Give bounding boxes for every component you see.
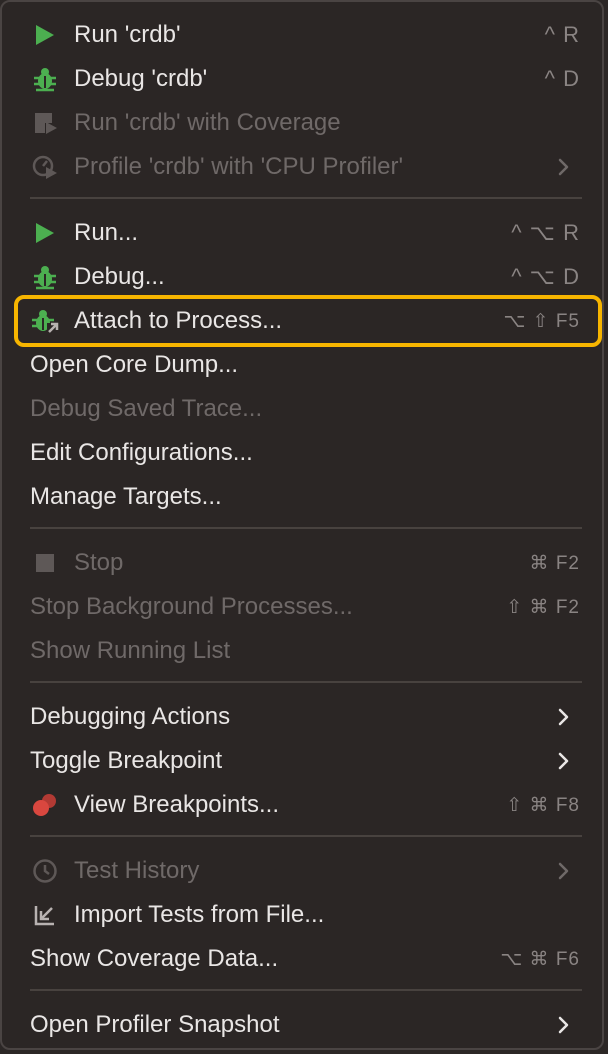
- menu-item-debug[interactable]: Debug... ^ ⌥ D: [2, 257, 602, 297]
- menu-item-stop-background-processes[interactable]: Stop Background Processes... ⇧ ⌘ F2: [2, 587, 602, 627]
- menu-item-run[interactable]: Run... ^ ⌥ R: [2, 213, 602, 253]
- menu-item-label: Test History: [74, 857, 200, 884]
- menu-item-label: Debug...: [74, 263, 165, 290]
- import-icon: [30, 901, 60, 929]
- menu-item-run-crdb[interactable]: Run 'crdb' ^ R: [2, 15, 602, 55]
- menu-item-manage-targets[interactable]: Manage Targets...: [2, 477, 602, 517]
- shortcut-label: ⇧ ⌘ F8: [506, 794, 580, 816]
- menu-item-label: Profile 'crdb' with 'CPU Profiler': [74, 153, 404, 180]
- menu-separator: [30, 835, 582, 837]
- menu-item-profile-crdb[interactable]: Profile 'crdb' with 'CPU Profiler': [2, 147, 602, 187]
- coverage-icon: [30, 109, 60, 137]
- menu-item-label: Import Tests from File...: [74, 901, 325, 928]
- menu-item-label: Run 'crdb' with Coverage: [74, 109, 341, 136]
- menu-item-label: Manage Targets...: [30, 483, 222, 510]
- menu-item-test-history[interactable]: Test History: [2, 851, 602, 891]
- shortcut-label: ⌥ ⇧ F5: [503, 310, 580, 332]
- chevron-right-icon: [558, 1016, 569, 1034]
- menu-item-label: Debug Saved Trace...: [30, 395, 263, 422]
- menu-item-run-with-coverage[interactable]: Run 'crdb' with Coverage: [2, 103, 602, 143]
- menu-item-label: View Breakpoints...: [74, 791, 279, 818]
- shortcut-label: ^ R: [544, 22, 580, 47]
- menu-item-label: Stop: [74, 549, 124, 576]
- menu-item-label: Stop Background Processes...: [30, 593, 353, 620]
- menu-item-label: Debug 'crdb': [74, 65, 208, 92]
- menu-item-label: Run...: [74, 219, 139, 246]
- menu-item-open-core-dump[interactable]: Open Core Dump...: [2, 345, 602, 385]
- shortcut-label: ⌘ F2: [529, 552, 580, 574]
- run-icon: [30, 21, 60, 49]
- chevron-right-icon: [558, 708, 569, 726]
- menu-item-view-breakpoints[interactable]: View Breakpoints... ⇧ ⌘ F8: [2, 785, 602, 825]
- chevron-right-icon: [558, 752, 569, 770]
- menu-item-label: Show Running List: [30, 637, 231, 664]
- menu-item-debugging-actions[interactable]: Debugging Actions: [2, 697, 602, 737]
- menu-item-label: Open Core Dump...: [30, 351, 239, 378]
- debug-icon: [30, 65, 60, 93]
- stop-icon: [30, 549, 60, 577]
- shortcut-label: ⇧ ⌘ F2: [506, 596, 580, 618]
- menu-separator: [30, 527, 582, 529]
- menu-item-show-running-list[interactable]: Show Running List: [2, 631, 602, 671]
- menu-item-show-coverage-data[interactable]: Show Coverage Data... ⌥ ⌘ F6: [2, 939, 602, 979]
- menu-item-toggle-breakpoint[interactable]: Toggle Breakpoint: [2, 741, 602, 781]
- menu-item-import-tests[interactable]: Import Tests from File...: [2, 895, 602, 935]
- menu-item-attach-to-process[interactable]: Attach to Process... ⌥ ⇧ F5: [2, 301, 602, 341]
- debug-icon: [30, 263, 60, 291]
- run-menu: Run 'crdb' ^ R Debug 'crdb' ^ D Run 'crd…: [0, 0, 604, 1050]
- menu-item-label: Show Coverage Data...: [30, 945, 279, 972]
- shortcut-label: ⌥ ⌘ F6: [500, 948, 580, 970]
- menu-item-label: Debugging Actions: [30, 703, 231, 730]
- menu-item-label: Toggle Breakpoint: [30, 747, 223, 774]
- profiler-icon: [30, 153, 60, 181]
- breakpoints-icon: [30, 791, 60, 819]
- menu-item-edit-configurations[interactable]: Edit Configurations...: [2, 433, 602, 473]
- run-icon: [30, 219, 60, 247]
- menu-item-label: Open Profiler Snapshot: [30, 1011, 280, 1038]
- menu-item-stop[interactable]: Stop ⌘ F2: [2, 543, 602, 583]
- menu-separator: [30, 197, 582, 199]
- menu-item-label: Run 'crdb': [74, 21, 181, 48]
- menu-separator: [30, 681, 582, 683]
- shortcut-label: ^ ⌥ D: [511, 264, 580, 289]
- menu-item-debug-crdb[interactable]: Debug 'crdb' ^ D: [2, 59, 602, 99]
- menu-item-open-profiler-snapshot[interactable]: Open Profiler Snapshot: [2, 1005, 602, 1045]
- menu-item-label: Edit Configurations...: [30, 439, 253, 466]
- chevron-right-icon: [558, 862, 569, 880]
- menu-separator: [30, 989, 582, 991]
- clock-icon: [30, 857, 60, 885]
- attach-process-icon: [30, 307, 60, 335]
- shortcut-label: ^ D: [544, 66, 580, 91]
- menu-item-debug-saved-trace[interactable]: Debug Saved Trace...: [2, 389, 602, 429]
- shortcut-label: ^ ⌥ R: [511, 220, 580, 245]
- menu-item-label: Attach to Process...: [74, 307, 283, 334]
- chevron-right-icon: [558, 158, 569, 176]
